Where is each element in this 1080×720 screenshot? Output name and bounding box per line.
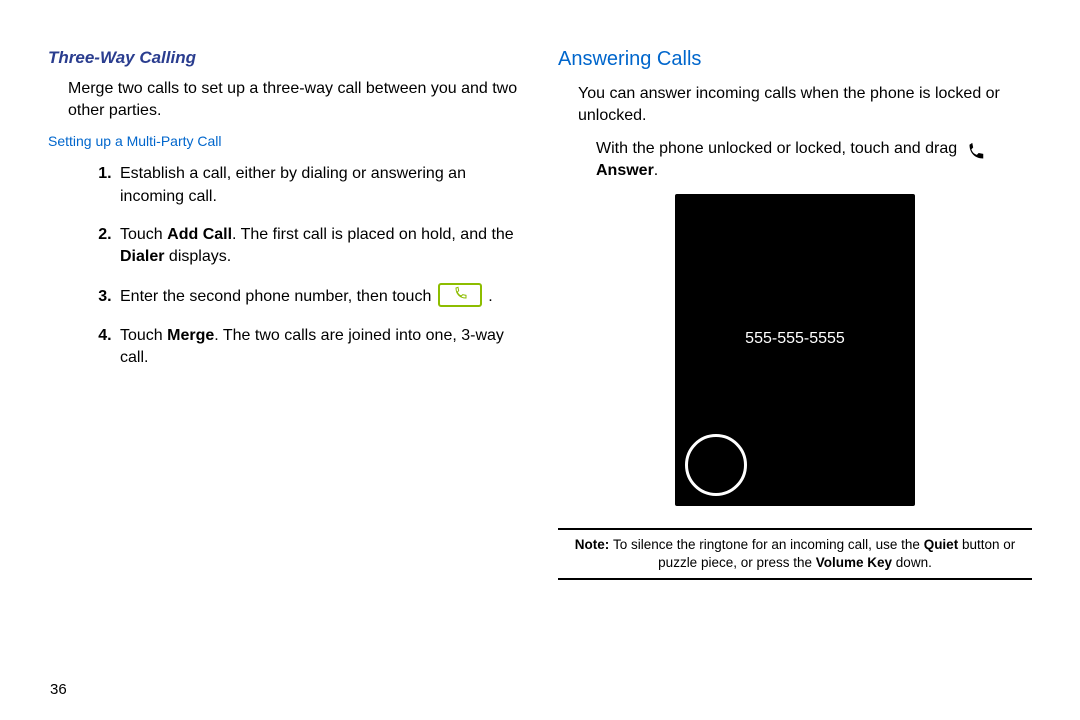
note-lead: Note: — [575, 537, 613, 552]
page-number: 36 — [50, 681, 67, 698]
note-volumekey: Volume Key — [816, 555, 892, 570]
three-way-intro: Merge two calls to set up a three-way ca… — [48, 78, 522, 121]
procedure-heading: Setting up a Multi-Party Call — [48, 133, 522, 149]
three-way-calling-heading: Three-Way Calling — [48, 48, 522, 68]
phone-screenshot: 555-555-5555 — [675, 194, 915, 506]
answer-handset-icon — [964, 142, 986, 164]
step-2-e: displays. — [164, 248, 231, 265]
right-column: Answering Calls You can answer incoming … — [540, 40, 1050, 710]
phone-status-bar — [675, 200, 915, 212]
dial-key-icon — [438, 283, 482, 307]
answer-bold: Answer — [596, 162, 654, 179]
step-3: Enter the second phone number, then touc… — [116, 285, 522, 309]
answering-calls-heading: Answering Calls — [558, 48, 1032, 71]
steps-list: Establish a call, either by dialing or a… — [48, 163, 522, 369]
left-column: Three-Way Calling Merge two calls to set… — [30, 40, 540, 710]
note-t3: down. — [892, 555, 932, 570]
step-2: Touch Add Call. The first call is placed… — [116, 224, 522, 269]
incoming-call-number: 555-555-5555 — [675, 330, 915, 348]
step-4: Touch Merge. The two calls are joined in… — [116, 325, 522, 370]
step-3-b: . — [488, 288, 492, 305]
answering-instruction: With the phone unlocked or locked, touch… — [558, 138, 1032, 182]
step-3-a: Enter the second phone number, then touc… — [120, 288, 436, 305]
answer-drag-handle — [685, 434, 747, 496]
page: Three-Way Calling Merge two calls to set… — [0, 0, 1080, 720]
answer-line-b: . — [654, 162, 658, 179]
answer-line-a: With the phone unlocked or locked, touch… — [596, 140, 962, 157]
step-2-c: . The first call is placed on hold, and … — [232, 226, 514, 243]
step-1-text: Establish a call, either by dialing or a… — [120, 165, 466, 204]
step-1: Establish a call, either by dialing or a… — [116, 163, 522, 208]
note-quiet: Quiet — [924, 537, 959, 552]
note-t1: To silence the ringtone for an incoming … — [613, 537, 924, 552]
phone-icon — [452, 286, 468, 302]
step-2-dialer: Dialer — [120, 248, 164, 265]
step-2-a: Touch — [120, 226, 167, 243]
step-4-merge: Merge — [167, 327, 214, 344]
step-2-addcall: Add Call — [167, 226, 232, 243]
note-block: Note: To silence the ringtone for an inc… — [558, 528, 1032, 580]
answering-intro: You can answer incoming calls when the p… — [558, 83, 1032, 126]
step-4-a: Touch — [120, 327, 167, 344]
